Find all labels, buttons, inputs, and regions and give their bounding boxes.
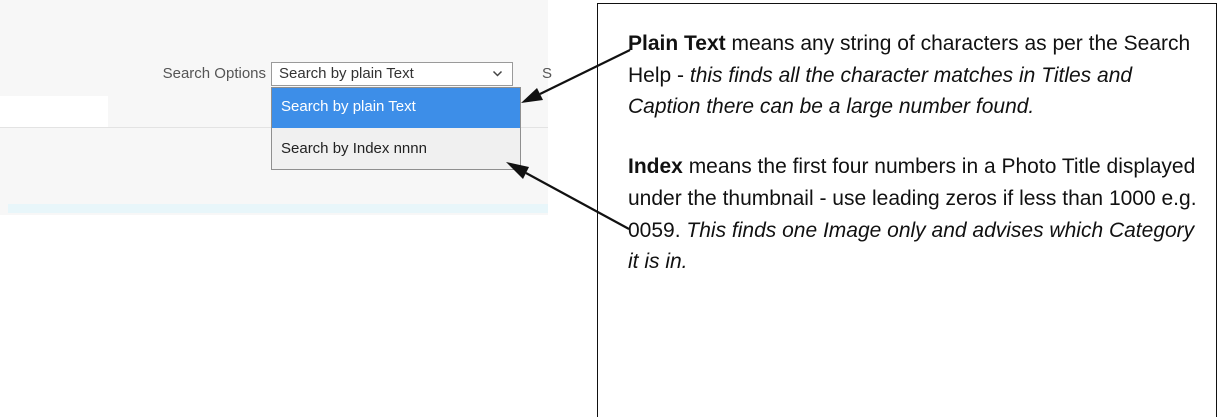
search-options-label: Search Options [162,65,266,82]
search-options-dropdown: Search by plain Text Search by Index nnn… [271,87,521,170]
index-term: Index [628,155,683,179]
search-toolbar-area: Search Options Search by plain Text S Se… [0,0,552,215]
index-explanation: Index means the first four numbers in a … [628,151,1202,278]
plain-text-explanation: Plain Text means any string of character… [628,28,1202,123]
chevron-down-icon [492,70,503,77]
plain-text-term: Plain Text [628,32,726,55]
search-options-select[interactable]: Search by plain Text [271,62,513,86]
plain-text-emphasis: this finds all the character matches in … [628,63,1133,119]
content-band [8,204,548,213]
annotation-box: Plain Text means any string of character… [597,3,1217,417]
white-strip [0,96,108,127]
next-control-fragment: S [542,65,553,82]
screenshot-stage: Search Options Search by plain Text S Se… [0,0,1223,417]
index-emphasis: This finds one Image only and advises wh… [628,218,1195,274]
option-index[interactable]: Search by Index nnnn [272,128,520,169]
select-current-value: Search by plain Text [279,65,414,82]
option-plain-text[interactable]: Search by plain Text [272,88,520,128]
